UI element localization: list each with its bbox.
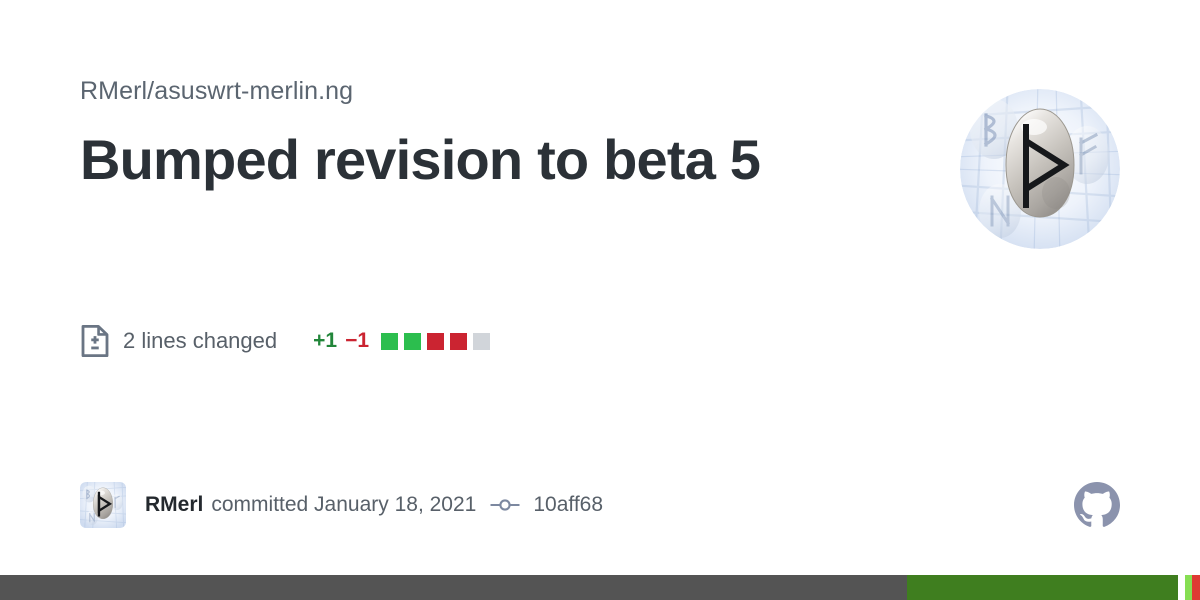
deletions-count: −1	[345, 329, 370, 352]
rune-stone-artwork-small	[80, 482, 126, 528]
repository-full-name[interactable]: RMerl/asuswrt-merlin.ng	[80, 76, 880, 106]
bottom-language-bar	[0, 575, 1200, 600]
bottom-bar-light-green-segment	[1185, 575, 1192, 600]
diffstat-block-addition-1	[404, 332, 422, 350]
diffstat-block-addition-0	[381, 332, 399, 350]
card-footer: RMerl committed January 18, 2021 10aff68	[80, 482, 1120, 528]
rune-stone-artwork	[960, 89, 1120, 249]
repository-owner-avatar[interactable]	[960, 89, 1120, 249]
bottom-bar-green-segment	[907, 575, 1178, 600]
lines-changed-label: 2 lines changed	[123, 328, 278, 353]
card-header: RMerl/asuswrt-merlin.ng Bumped revision …	[80, 76, 1120, 249]
bottom-bar-gap-segment	[1178, 575, 1185, 600]
git-commit-icon	[490, 499, 520, 511]
committer-username[interactable]: RMerl	[145, 493, 203, 517]
bottom-bar-dark-segment	[0, 575, 907, 600]
diffstat-block-deletion-3	[450, 332, 468, 350]
bottom-bar-red-segment	[1192, 575, 1200, 600]
commit-social-preview-card: RMerl/asuswrt-merlin.ng Bumped revision …	[0, 0, 1200, 600]
commit-meta: RMerl committed January 18, 2021 10aff68	[145, 493, 603, 517]
file-diff-icon	[81, 324, 109, 358]
commit-stats-row: 2 lines changed +1 −1	[80, 324, 491, 358]
commit-date-text: committed January 18, 2021	[211, 493, 477, 516]
diffstat-summary: +1 −1	[313, 329, 491, 353]
additions-count: +1	[313, 329, 338, 352]
commit-hash[interactable]: 10aff68	[533, 493, 603, 517]
diffstat-blocks	[381, 332, 491, 350]
diffstat-block-deletion-2	[427, 332, 445, 350]
committer-avatar[interactable]	[80, 482, 126, 528]
commit-title: Bumped revision to beta 5	[80, 128, 761, 191]
github-mark-icon	[1074, 482, 1120, 527]
diffstat-block-neutral-4	[473, 332, 491, 350]
header-text-block: RMerl/asuswrt-merlin.ng Bumped revision …	[80, 76, 880, 190]
